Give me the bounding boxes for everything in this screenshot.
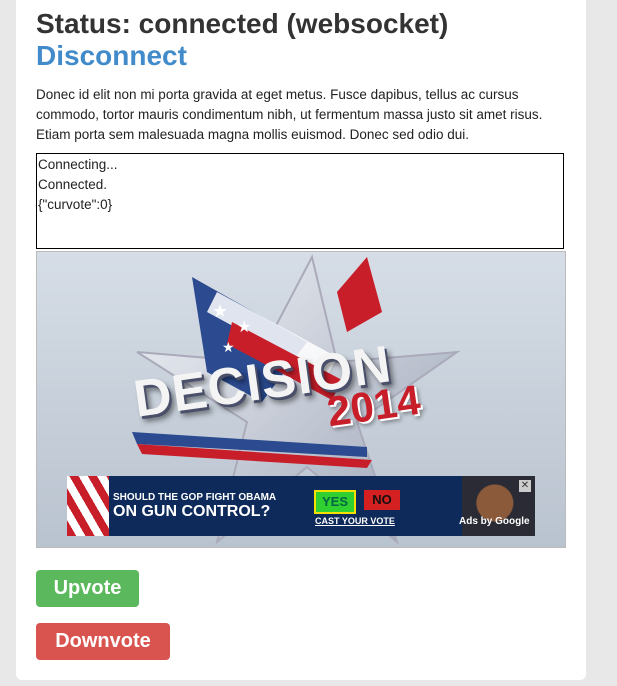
downvote-button[interactable]: Downvote	[36, 623, 170, 660]
close-icon[interactable]: ✕	[519, 480, 531, 492]
body-paragraph: Donec id elit non mi porta gravida at eg…	[36, 87, 543, 142]
svg-text:★: ★	[222, 339, 235, 355]
ad-no-button[interactable]: NO	[364, 490, 400, 510]
svg-text:★: ★	[212, 301, 228, 321]
ad-question-line1: SHOULD THE GOP FIGHT OBAMA	[113, 492, 277, 503]
log-line: {"curvote":0}	[38, 197, 113, 212]
video-player[interactable]: ★ ★ ★ DECISION 2014 SHOULD THE GOP FIGHT…	[36, 251, 566, 548]
log-line: Connecting...	[38, 157, 118, 172]
disconnect-link[interactable]: Disconnect	[36, 40, 187, 72]
ad-yes-button[interactable]: YES	[314, 490, 356, 514]
log-line: Connected.	[38, 177, 108, 192]
upvote-button[interactable]: Upvote	[36, 570, 139, 607]
ad-question-line2: ON GUN CONTROL?	[113, 503, 271, 520]
connection-status: Status: connected (websocket)	[36, 8, 449, 39]
ad-banner[interactable]: SHOULD THE GOP FIGHT OBAMA ON GUN CONTRO…	[67, 476, 535, 536]
ad-cast-vote-link[interactable]: CAST YOUR VOTE	[315, 516, 395, 526]
ads-by-google-label: Ads by Google	[459, 516, 530, 527]
message-log: Connecting... Connected. {"curvote":0}	[36, 153, 564, 249]
svg-text:★: ★	[237, 319, 251, 336]
main-panel: Status: connected (websocket) Disconnect…	[16, 0, 586, 680]
flag-stripes	[67, 476, 109, 536]
